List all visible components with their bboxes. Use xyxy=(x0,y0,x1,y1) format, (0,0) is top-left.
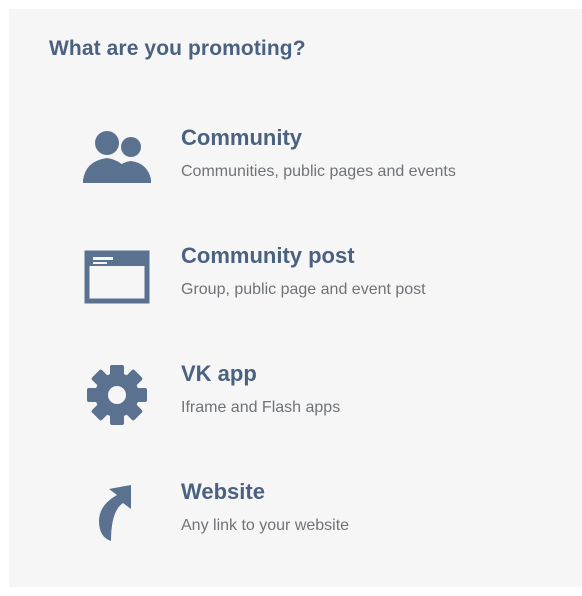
post-window-icon xyxy=(77,241,157,311)
page-title: What are you promoting? xyxy=(49,37,306,60)
option-community[interactable]: Community Communities, public pages and … xyxy=(9,119,582,219)
option-label: Community xyxy=(181,125,302,150)
gear-icon xyxy=(77,359,157,429)
option-label: VK app xyxy=(181,361,257,386)
option-label: Community post xyxy=(181,243,355,268)
external-link-arrow-icon xyxy=(77,477,157,547)
option-community-post[interactable]: Community post Group, public page and ev… xyxy=(9,237,582,337)
option-label: Website xyxy=(181,479,265,504)
users-icon xyxy=(77,123,157,193)
option-description: Group, public page and event post xyxy=(181,281,426,298)
option-website[interactable]: Website Any link to your website xyxy=(9,473,582,573)
option-description: Any link to your website xyxy=(181,517,350,534)
option-vk-app[interactable]: VK app Iframe and Flash apps xyxy=(9,355,582,455)
option-description: Communities, public pages and events xyxy=(181,163,456,180)
option-description: Iframe and Flash apps xyxy=(181,399,341,416)
promotion-type-panel: What are you promoting? Community Commun… xyxy=(9,9,582,587)
